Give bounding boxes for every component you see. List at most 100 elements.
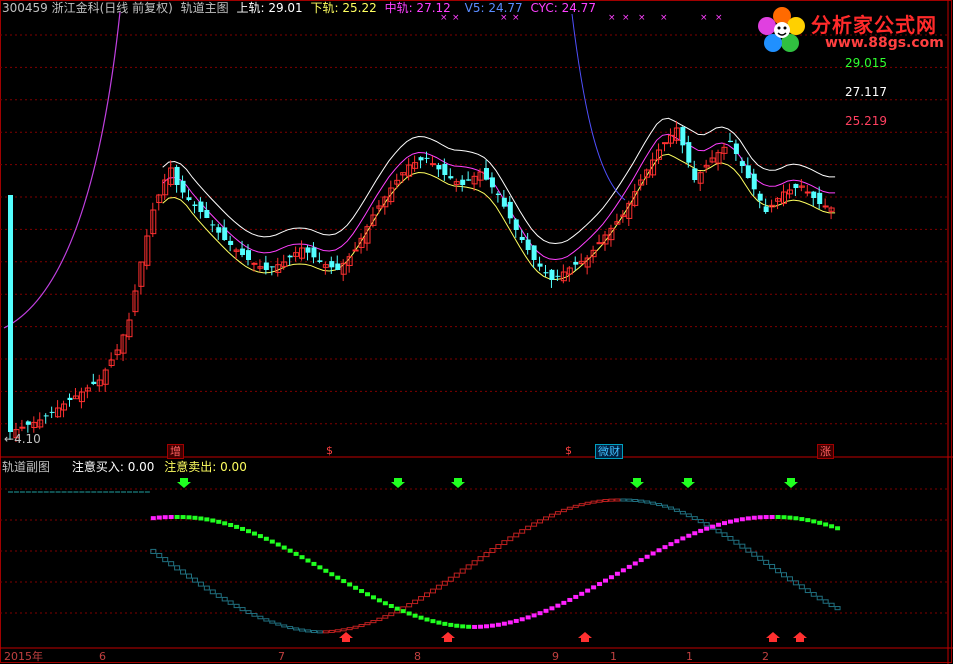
sub-signal-bar (799, 517, 805, 522)
sub-step-bar (180, 569, 187, 575)
candle-body (246, 250, 251, 260)
sub-step-bar (269, 620, 276, 624)
buy-arrow-icon (578, 632, 592, 642)
candle-body (817, 192, 823, 204)
sub-signal-bar (739, 517, 745, 522)
sub-step-bar (548, 513, 555, 518)
marker-x-icon: × (715, 13, 723, 23)
sub-step-bar (578, 503, 585, 507)
sub-step-bar (162, 557, 169, 563)
sub-step-bar (275, 622, 282, 626)
sub-signal-bar (835, 526, 841, 531)
sub-indicator-name[interactable]: 轨道副图 (2, 460, 50, 474)
sub-signal-bar (240, 526, 246, 531)
sub-signal-bar (222, 521, 228, 526)
x-axis-label: 2 (762, 650, 769, 663)
cyc-left-line (3, 11, 121, 329)
sub-step-bar (590, 500, 597, 504)
sub-chart-header: 轨道副图 注意买入: 0.00 注意卖出: 0.00 (2, 460, 253, 474)
sub-signal-bar (674, 539, 680, 544)
event-tag[interactable]: 涨 (817, 444, 834, 459)
sub-step-bar (543, 516, 549, 521)
sub-step-bar (638, 499, 645, 503)
candle-body (692, 168, 698, 180)
sub-step-bar (310, 630, 317, 634)
sub-step-bar (358, 624, 365, 628)
sub-step-bar (209, 589, 216, 595)
sub-signal-bar (495, 622, 501, 627)
sub-signal-bar (757, 515, 763, 520)
candle-body (240, 248, 246, 255)
min-price-label: ←4.10 (4, 432, 41, 446)
candle-body (67, 397, 73, 400)
sub-step-bar (203, 585, 210, 591)
sub-step-bar (334, 629, 341, 633)
sub-signal-bar (257, 534, 263, 539)
candle-body (448, 176, 454, 179)
sub-signal-bar (370, 595, 376, 600)
sub-signal-bar (727, 519, 733, 524)
sub-step-bar (644, 500, 651, 504)
sub-step-bar (412, 599, 419, 605)
candle-body (466, 179, 472, 181)
sub-signal-bar (317, 565, 323, 570)
sub-step-bar (560, 508, 567, 513)
event-tag[interactable]: 增 (167, 444, 184, 459)
logo-title: 分析家公式网 (811, 13, 937, 37)
sub-step-bar (715, 528, 722, 534)
indicator-name[interactable]: 轨道主图 (181, 1, 229, 15)
candle-body (811, 191, 817, 198)
candle-body (228, 240, 234, 245)
logo-url: www.88gs.com (825, 35, 944, 51)
sub-signal-bar (638, 558, 644, 563)
sub-signal-bar (210, 518, 216, 523)
candle-body (311, 247, 317, 258)
candle-body (804, 191, 811, 194)
sub-step-bar (328, 629, 335, 633)
sub-step-bar (459, 568, 466, 574)
sub-signal-bar (382, 601, 388, 606)
event-tag[interactable]: $ (324, 444, 335, 457)
sub-step-bar (727, 536, 734, 541)
candle-body (204, 209, 210, 218)
sub-signal-bar (763, 515, 769, 520)
sub-step-bar (418, 596, 425, 601)
marker-x-icon: × (660, 13, 668, 23)
candle-body (822, 205, 829, 208)
sub-step-bar (352, 625, 359, 629)
sub-step-bar (495, 544, 502, 550)
candle-body (793, 183, 799, 188)
candle-body (263, 262, 269, 270)
sub-signal-bar (394, 606, 400, 611)
sub-step-bar (305, 629, 311, 633)
sub-signal-bar (204, 517, 210, 522)
candle-body (49, 411, 55, 413)
event-tag[interactable]: $ (563, 444, 574, 457)
chart-canvas[interactable]: × × × × × × × × × × (0, 0, 953, 664)
mid-price-label: 27.117 (845, 85, 887, 99)
sub-step-bar (834, 606, 841, 611)
upper-band-line (162, 117, 836, 245)
stock-title[interactable]: 300459 浙江金科(日线 前复权) (2, 1, 173, 15)
sub-step-bar (156, 552, 163, 559)
sub-step-bar (221, 596, 228, 602)
marker-x-icon: × (622, 13, 630, 23)
buy-arrow-icon (339, 632, 353, 642)
sub-signal-bar (454, 623, 460, 628)
sub-signal-bar (656, 548, 662, 553)
sub-signal-bar (555, 603, 561, 608)
sub-step-bar (721, 532, 728, 538)
sub-signal-bar (275, 542, 281, 547)
sub-step-bar (828, 602, 835, 608)
sub-signal-bar (489, 623, 495, 628)
sub-step-bar (751, 551, 758, 557)
candle-body (757, 193, 763, 201)
candle-body (549, 269, 555, 280)
x-axis-label: 1 (686, 650, 693, 663)
sell-arrow-icon (681, 478, 695, 488)
buy-arrow-icon (793, 632, 807, 642)
sub-signal-bar (484, 624, 489, 629)
sub-signal-bar (751, 515, 757, 520)
event-tag[interactable]: 微财 (595, 444, 623, 459)
sub-signal-bar (359, 589, 365, 594)
